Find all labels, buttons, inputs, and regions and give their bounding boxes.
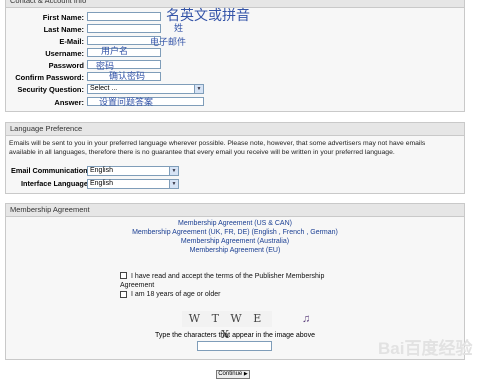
chevron-down-icon[interactable]: ▼ bbox=[194, 85, 203, 93]
chevron-down-icon[interactable]: ▼ bbox=[169, 180, 178, 188]
accept-terms-label: I have read and accept the terms of the … bbox=[120, 273, 325, 289]
answer-label: Answer: bbox=[54, 98, 84, 107]
interface-language-value: English bbox=[90, 180, 113, 187]
play-icon: ▶ bbox=[243, 371, 248, 377]
first-name-field[interactable] bbox=[87, 12, 161, 21]
age-checkbox[interactable] bbox=[120, 291, 127, 298]
membership-panel-title: Membership Agreement bbox=[6, 204, 464, 217]
email-note: 电子邮件 bbox=[150, 38, 187, 48]
username-row: Username: bbox=[0, 48, 84, 59]
last-name-label: Last Name: bbox=[43, 25, 84, 34]
first-name-row: First Name: bbox=[0, 12, 84, 23]
language-description: Emails will be sent to you in your prefe… bbox=[9, 140, 426, 156]
agreement-link-uk-fr-de[interactable]: Membership Agreement (UK, FR, DE) (Engli… bbox=[5, 229, 465, 236]
continue-label: Continue bbox=[218, 371, 243, 377]
confirm-password-row: Confirm Password: bbox=[0, 72, 84, 83]
agreement-link-australia[interactable]: Membership Agreement (Australia) bbox=[5, 238, 465, 245]
username-label: Username: bbox=[45, 49, 84, 58]
password-label: Password bbox=[48, 61, 84, 70]
answer-note: 设置问题答案 bbox=[99, 98, 154, 108]
answer-row: Answer: bbox=[0, 97, 84, 108]
agreement-link-us-can[interactable]: Membership Agreement (US & CAN) bbox=[5, 220, 465, 227]
age-label: I am 18 years of age or older bbox=[131, 291, 221, 298]
confirm-password-note: 确认密码 bbox=[109, 72, 146, 82]
last-name-note: 姓 bbox=[174, 24, 184, 34]
language-panel-title: Language Preference bbox=[6, 123, 464, 136]
continue-button[interactable]: Continue ▶ bbox=[216, 370, 250, 379]
email-row: E-Mail: bbox=[0, 36, 84, 47]
captcha-image: W T W E X bbox=[182, 311, 272, 341]
captcha-input[interactable] bbox=[197, 341, 272, 351]
email-label: E-Mail: bbox=[59, 37, 84, 46]
interface-language-select[interactable]: English ▼ bbox=[87, 179, 179, 189]
interface-language-label: Interface Language bbox=[21, 179, 88, 188]
first-name-label: First Name: bbox=[42, 13, 84, 22]
password-row: Password bbox=[0, 60, 84, 71]
audio-captcha-icon[interactable]: ♫ bbox=[302, 313, 314, 325]
email-communications-value: English bbox=[90, 167, 113, 174]
username-note: 用户名 bbox=[101, 47, 129, 57]
agreement-link-eu[interactable]: Membership Agreement (EU) bbox=[5, 247, 465, 254]
security-question-label: Security Question: bbox=[17, 85, 84, 94]
confirm-password-label: Confirm Password: bbox=[15, 73, 84, 82]
email-communications-label: Email Communications bbox=[11, 166, 92, 175]
agreement-links: Membership Agreement (US & CAN) Membersh… bbox=[5, 220, 465, 260]
baidu-watermark: Bai百度经验 bbox=[378, 339, 473, 358]
chevron-down-icon[interactable]: ▼ bbox=[169, 167, 178, 175]
last-name-field[interactable] bbox=[87, 24, 161, 33]
security-question-value: Select ... bbox=[90, 85, 118, 92]
email-communications-select[interactable]: English ▼ bbox=[87, 166, 179, 176]
security-question-row: Security Question: bbox=[0, 84, 84, 95]
security-question-select[interactable]: Select ... ▼ bbox=[87, 84, 204, 94]
last-name-row: Last Name: bbox=[0, 24, 84, 35]
